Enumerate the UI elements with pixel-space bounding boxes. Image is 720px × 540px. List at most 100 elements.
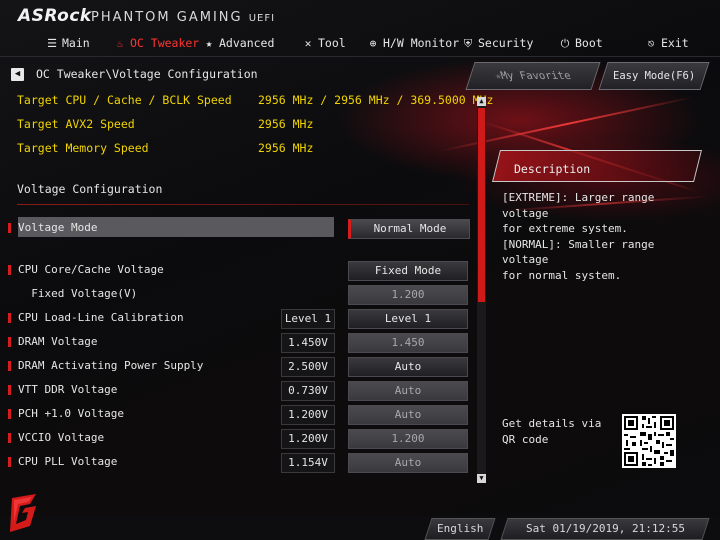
section-title: Voltage Configuration: [17, 182, 163, 196]
tab-security[interactable]: ⛨ Security: [462, 36, 534, 51]
setting-row-dram-activating-power[interactable]: DRAM Activating Power Supply 2.500V Auto: [8, 355, 470, 377]
back-arrow-icon[interactable]: ◀: [11, 68, 24, 81]
star-icon: ★: [205, 37, 213, 50]
setting-row-voltage-mode[interactable]: Voltage Mode Normal Mode: [8, 217, 470, 239]
tab-tool[interactable]: ✕ Tool: [302, 36, 346, 50]
setting-value-input[interactable]: Auto: [348, 381, 468, 401]
scroll-up-arrow-icon[interactable]: ▲: [477, 97, 486, 106]
setting-value-input[interactable]: 1.200: [348, 429, 468, 449]
setting-current-value: 1.154V: [281, 453, 335, 473]
tab-label: H/W Monitor: [383, 36, 460, 50]
row-marker: [8, 337, 11, 347]
info-value-avx2-speed: 2956 MHz: [258, 117, 314, 131]
qr-code-icon: [622, 414, 676, 468]
row-marker: [8, 457, 11, 467]
product-title: PHANTOM GAMING UEFI: [91, 10, 275, 25]
description-line: [EXTREME]: Larger range voltage: [502, 191, 655, 220]
setting-value-select[interactable]: Normal Mode: [348, 219, 470, 239]
qr-label: Get details via QR code: [502, 417, 602, 446]
language-button[interactable]: English: [424, 518, 496, 540]
setting-row-vccio-voltage[interactable]: VCCIO Voltage 1.200V 1.200: [8, 427, 470, 449]
description-line: for normal system.: [502, 268, 622, 282]
setting-row-cpu-pll-voltage[interactable]: CPU PLL Voltage 1.154V Auto: [8, 451, 470, 473]
list-icon: ☰: [47, 37, 57, 50]
breadcrumb: OC Tweaker\Voltage Configuration: [36, 67, 258, 81]
setting-current-value: 0.730V: [281, 381, 335, 401]
tab-label: Tool: [318, 36, 346, 50]
setting-label: Voltage Mode: [18, 221, 98, 234]
datetime-display: Sat 01/19/2019, 21:12:55: [500, 518, 710, 540]
info-label-avx2-speed: Target AVX2 Speed: [17, 117, 135, 131]
setting-value-select[interactable]: Fixed Mode: [348, 261, 468, 281]
easy-mode-button[interactable]: Easy Mode(F6): [598, 62, 710, 90]
setting-label: Fixed Voltage(V): [18, 287, 138, 300]
monitor-icon: ⊕: [369, 37, 377, 50]
tab-oc-tweaker[interactable]: ♨ OC Tweaker: [114, 36, 200, 50]
setting-row-pch-voltage[interactable]: PCH +1.0 Voltage 1.200V Auto: [8, 403, 470, 425]
setting-label: VCCIO Voltage: [18, 431, 105, 444]
tab-advanced[interactable]: ★ Advanced: [203, 36, 275, 50]
nav-divider: [0, 56, 720, 57]
datetime-label: Sat 01/19/2019, 21:12:55: [525, 522, 685, 535]
info-label-memory-speed: Target Memory Speed: [17, 141, 149, 155]
setting-label: DRAM Activating Power Supply: [18, 359, 204, 372]
exit-icon: ⎋: [647, 37, 655, 50]
row-marker: [8, 223, 11, 233]
row-marker: [8, 313, 11, 323]
scrollbar[interactable]: ▲ ▼: [477, 97, 486, 483]
setting-value-input[interactable]: Auto: [348, 453, 468, 473]
easy-mode-label: Easy Mode(F6): [612, 70, 696, 82]
setting-current-value: 1.200V: [281, 429, 335, 449]
setting-value-input[interactable]: 1.450: [348, 333, 468, 353]
description-text: [EXTREME]: Larger range voltage for extr…: [502, 190, 707, 283]
setting-row-vtt-ddr-voltage[interactable]: VTT DDR Voltage 0.730V Auto: [8, 379, 470, 401]
scroll-down-arrow-icon[interactable]: ▼: [477, 474, 486, 483]
uefi-label: UEFI: [248, 13, 276, 24]
setting-label: CPU Load-Line Calibration: [18, 311, 184, 324]
info-value-cpu-speed: 2956 MHz / 2956 MHz / 369.5000 MHz: [258, 93, 494, 107]
setting-row-dram-voltage[interactable]: DRAM Voltage 1.450V 1.450: [8, 331, 470, 353]
description-title: Description: [514, 162, 591, 176]
tab-label: Security: [478, 36, 534, 50]
info-value-memory-speed: 2956 MHz: [258, 141, 314, 155]
tab-label: Exit: [661, 36, 689, 50]
tab-label: Boot: [575, 36, 603, 50]
tab-label: Advanced: [219, 36, 275, 50]
setting-current-value: Level 1: [281, 309, 335, 329]
row-marker: [8, 433, 11, 443]
setting-value-input[interactable]: 1.200: [348, 285, 468, 305]
main-nav: ☰ Main ♨ OC Tweaker ★ Advanced ✕ Tool ⊕ H/W M…: [0, 32, 720, 56]
setting-label: VTT DDR Voltage: [18, 383, 118, 396]
setting-label: PCH +1.0 Voltage: [18, 407, 124, 420]
row-marker: [8, 361, 11, 371]
language-label: English: [436, 522, 484, 535]
setting-value-select[interactable]: Level 1: [348, 309, 468, 329]
tab-label: Main: [62, 36, 90, 50]
info-label-cpu-speed: Target CPU / Cache / BCLK Speed: [17, 93, 232, 107]
tab-exit[interactable]: ⎋ Exit: [645, 36, 689, 50]
tab-hw-monitor[interactable]: ⊕ H/W Monitor: [367, 36, 459, 50]
phantom-gaming-logo-icon: [10, 494, 36, 532]
flame-icon: ♨: [116, 37, 124, 50]
my-favorite-label: My Favorite: [499, 70, 573, 82]
setting-row-fixed-voltage[interactable]: Fixed Voltage(V) 1.200: [8, 283, 470, 305]
setting-value-input[interactable]: Auto: [348, 405, 468, 425]
my-favorite-button[interactable]: ★ My Favorite: [465, 62, 601, 90]
setting-label: CPU Core/Cache Voltage: [18, 263, 164, 276]
section-divider: [17, 204, 469, 205]
tab-label: OC Tweaker: [130, 36, 200, 50]
tab-boot[interactable]: ⏻ Boot: [559, 36, 603, 51]
brand-logo: ASRock: [18, 6, 92, 26]
setting-row-cpu-llc[interactable]: CPU Load-Line Calibration Level 1 Level …: [8, 307, 470, 329]
scrollbar-thumb[interactable]: [478, 108, 485, 302]
row-marker: [8, 385, 11, 395]
tool-icon: ✕: [304, 37, 312, 50]
setting-row-cpu-core-cache-voltage[interactable]: CPU Core/Cache Voltage Fixed Mode: [8, 259, 470, 281]
description-header: Description: [492, 150, 704, 182]
tab-main[interactable]: ☰ Main: [46, 36, 90, 50]
description-line: [NORMAL]: Smaller range voltage: [502, 237, 655, 267]
description-line: for extreme system.: [502, 222, 628, 235]
setting-value-select[interactable]: Auto: [348, 357, 468, 377]
power-icon: ⏻: [560, 37, 570, 50]
setting-current-value: 1.450V: [281, 333, 335, 353]
